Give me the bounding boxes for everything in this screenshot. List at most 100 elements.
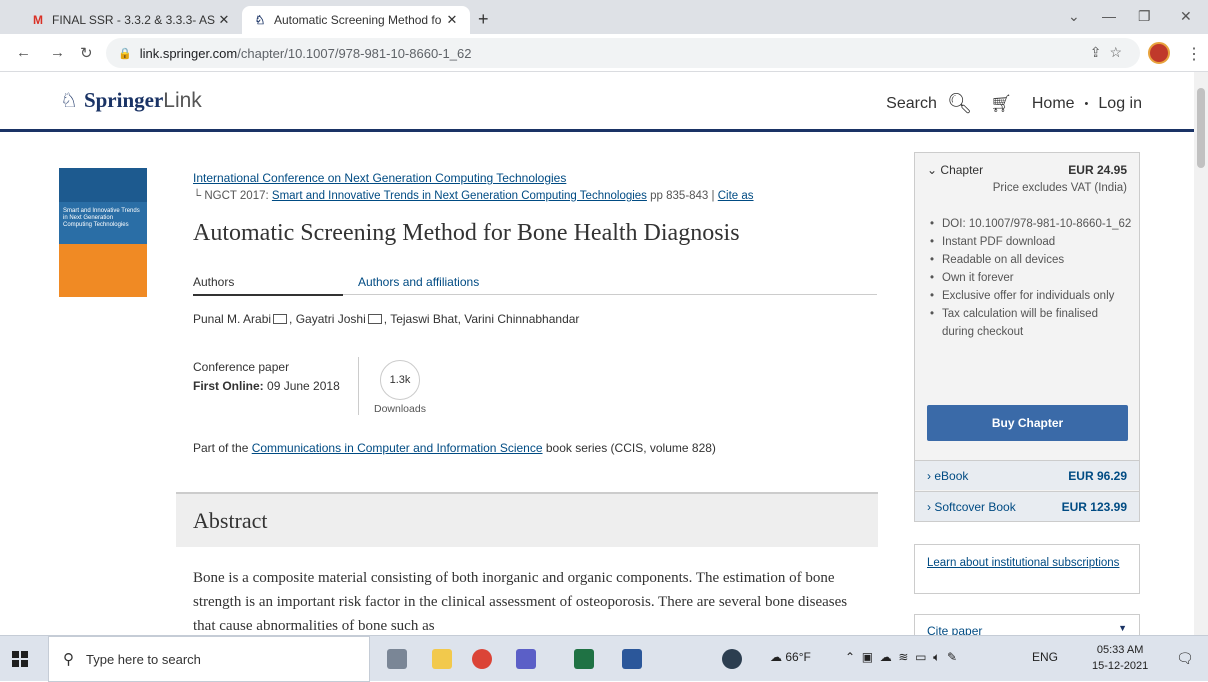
taskbar-search[interactable]: ⚲ Type here to search	[48, 636, 370, 682]
buy-chapter-box: ⌄ Chapter EUR 24.95 Price excludes VAT (…	[914, 152, 1140, 522]
book-title-link[interactable]: Smart and Innovative Trends in Next Gene…	[272, 190, 647, 202]
separator: |	[711, 190, 715, 202]
profile-avatar[interactable]	[1148, 42, 1170, 64]
first-online-date: 09 June 2018	[267, 379, 340, 393]
logo-light: Link	[163, 88, 202, 112]
url-field[interactable]: 🔒 link.springer.com/chapter/10.1007/978-…	[106, 38, 1140, 68]
weather[interactable]: ☁ 66°F	[770, 650, 811, 664]
file-explorer-icon[interactable]	[432, 649, 452, 669]
clock-time: 05:33 AM	[1096, 644, 1144, 656]
tab-title: FINAL SSR - 3.3.2 & 3.3.3- AS ON	[52, 13, 216, 27]
notifications-icon[interactable]: 🗨︎	[1176, 650, 1194, 667]
conference-line: International Conference on Next Generat…	[193, 171, 566, 185]
conference-link[interactable]: International Conference on Next Generat…	[193, 171, 566, 185]
task-view-icon[interactable]	[387, 649, 407, 669]
list-item: Own it forever	[927, 269, 1132, 287]
chapter-toggle[interactable]: ⌄ Chapter	[927, 163, 983, 177]
series-line: Part of the Communications in Computer a…	[193, 441, 716, 455]
window-close-button[interactable]: ✕	[1180, 8, 1192, 25]
article-title: Automatic Screening Method for Bone Heal…	[193, 220, 740, 246]
site-header: ♘ Springer Link Search 🔍︎ 🛒︎ Home • Log i…	[0, 72, 1194, 132]
author-list: Punal M. Arabi , Gayatri Joshi , Tejaswi B…	[193, 312, 579, 326]
abstract-heading: Abstract	[193, 508, 268, 533]
search-icon[interactable]: 🔍︎	[947, 91, 972, 116]
paper-type: Conference paper	[193, 360, 290, 374]
word-icon[interactable]	[622, 649, 642, 669]
language-indicator[interactable]: ENG	[1032, 650, 1058, 664]
back-icon[interactable]: ←	[16, 44, 31, 61]
abstract-text: Bone is a composite material consisting …	[193, 570, 848, 634]
excel-icon[interactable]	[574, 649, 594, 669]
cart-icon[interactable]: 🛒︎	[990, 94, 1012, 114]
tab-springer[interactable]: ♘ Automatic Screening Method fo ✕	[242, 6, 470, 34]
chrome-icon[interactable]	[472, 649, 492, 669]
clock-date: 15-12-2021	[1092, 660, 1149, 672]
forward-icon[interactable]: →	[50, 44, 65, 61]
list-item: DOI: 10.1007/978-981-10-8660-1_62	[927, 215, 1132, 233]
login-link[interactable]: Log in	[1098, 95, 1142, 113]
windows-start-icon[interactable]	[12, 651, 28, 667]
home-link[interactable]: Home	[1032, 95, 1075, 113]
email-icon[interactable]	[273, 314, 288, 324]
teams-icon[interactable]	[516, 649, 536, 669]
cover-top	[59, 168, 147, 202]
maximize-button[interactable]: ❐	[1138, 8, 1151, 25]
series-suffix: book series (CCIS, volume 828)	[542, 441, 716, 455]
tab-title: Automatic Screening Method fo	[274, 13, 442, 27]
close-tab-icon[interactable]: ✕	[216, 12, 232, 28]
tab-authors[interactable]: Authors	[193, 275, 343, 296]
downloads-label: Downloads	[374, 403, 426, 415]
taskbar: ⚲ Type here to search ☁ 66°F ⌃ ▣ ☁ ≋ ▭ 🔈…	[0, 635, 1208, 682]
ebook-label: eBook	[934, 469, 969, 483]
author-name[interactable]: Punal M. Arabi	[193, 312, 271, 326]
softcover-option[interactable]: › Softcover Book EUR 123.99	[915, 491, 1139, 521]
cite-paper-label: Cite paper	[927, 624, 983, 635]
book-cover-image[interactable]: Smart and Innovative Trends in Next Gene…	[59, 168, 147, 297]
springer-horse-icon: ♘	[60, 90, 78, 112]
springer-icon: ♘	[254, 13, 266, 27]
book-line: └ NGCT 2017: Smart and Innovative Trends…	[193, 190, 754, 202]
tab-search-icon[interactable]: ⌄	[1068, 8, 1080, 25]
reload-icon[interactable]: ↻	[80, 44, 93, 62]
list-item: Tax calculation will be finalised during…	[927, 305, 1132, 341]
institutional-link[interactable]: Learn about institutional subscriptions	[927, 557, 1119, 569]
cover-title: Smart and Innovative Trends in Next Gene…	[63, 208, 140, 228]
author-name[interactable]: , Tejaswi Bhat, Varini Chinnabhandar	[384, 312, 580, 326]
cover-band	[59, 244, 147, 297]
author-name[interactable]: , Gayatri Joshi	[289, 312, 366, 326]
gmail-icon: M	[33, 13, 43, 27]
ebook-option[interactable]: › eBook EUR 96.29	[915, 460, 1139, 490]
new-tab-button[interactable]: +	[478, 9, 489, 30]
list-item: Readable on all devices	[927, 251, 1132, 269]
buy-chapter-button[interactable]: Buy Chapter	[927, 405, 1128, 441]
series-link[interactable]: Communications in Computer and Informati…	[252, 441, 543, 455]
url-path: /chapter/10.1007/978-981-10-8660-1_62	[237, 45, 472, 61]
first-online-label: First Online:	[193, 379, 264, 393]
scrollbar-thumb[interactable]	[1197, 88, 1205, 168]
menu-icon[interactable]: ⋮	[1186, 44, 1202, 64]
clock[interactable]: 05:33 AM 15-12-2021	[1092, 642, 1148, 674]
share-bookmark-icons[interactable]: ⇪☆	[1090, 44, 1130, 61]
search-label[interactable]: Search	[886, 95, 937, 113]
chevron-right-icon: ›	[927, 500, 931, 514]
cite-as-link[interactable]: Cite as	[718, 190, 754, 202]
url-host: link.springer.com	[139, 45, 238, 61]
tree-connector: └	[193, 190, 205, 202]
list-item: Instant PDF download	[927, 233, 1132, 251]
minimize-button[interactable]: —	[1102, 8, 1116, 24]
close-tab-icon[interactable]: ✕	[444, 12, 460, 28]
search-placeholder: Type here to search	[86, 651, 201, 667]
email-icon[interactable]	[367, 314, 382, 324]
ebook-price: EUR 96.29	[1068, 469, 1127, 483]
help-icon[interactable]	[722, 649, 742, 669]
tab-gmail[interactable]: M FINAL SSR - 3.3.2 & 3.3.3- AS ON ✕	[20, 6, 242, 34]
header-nav: Search 🔍︎ 🛒︎ Home • Log in	[886, 91, 1142, 116]
weather-temp: 66°F	[785, 650, 811, 664]
springerlink-logo[interactable]: ♘ Springer Link	[60, 88, 202, 113]
tab-affiliations[interactable]: Authors and affiliations	[358, 275, 479, 289]
chapter-price: EUR 24.95	[1068, 163, 1127, 177]
institutional-box: Learn about institutional subscriptions	[914, 544, 1140, 594]
divider	[358, 357, 359, 415]
cite-paper-dropdown[interactable]: Cite paper ▼	[914, 614, 1140, 635]
tray-icons[interactable]: ⌃ ▣ ☁ ≋ ▭ 🔈︎ ✎	[845, 650, 957, 665]
